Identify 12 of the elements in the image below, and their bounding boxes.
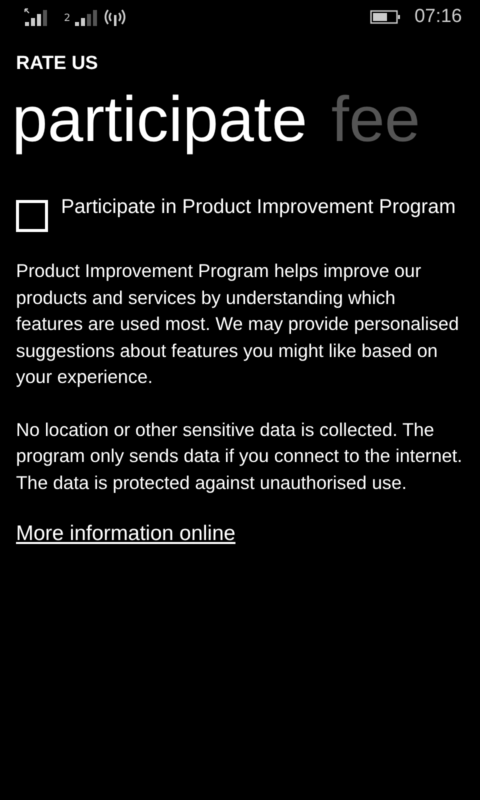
sim-number: 2 bbox=[64, 14, 70, 24]
wifi-icon bbox=[102, 8, 128, 26]
checkbox[interactable] bbox=[16, 200, 48, 232]
checkbox-label[interactable]: Participate in Product Improvement Program bbox=[61, 192, 456, 222]
signal-icon bbox=[74, 8, 98, 26]
description-paragraph: No location or other sensitive data is collected. The program only sends data if you connect to the internet. The data is protected against unauthorised use. bbox=[16, 418, 464, 495]
clock-time: 07:16 bbox=[414, 6, 462, 28]
app-title: RATE US bbox=[16, 52, 99, 76]
battery-icon bbox=[370, 10, 400, 24]
pivot-tab[interactable]: participate bbox=[12, 82, 308, 156]
description-paragraph: Product Improvement Program helps improve our products and services by understanding which features are used most. We may provide personalised suggestions about features you might like based on your experience. bbox=[16, 259, 460, 389]
more-info-link[interactable]: More information online bbox=[16, 522, 236, 546]
